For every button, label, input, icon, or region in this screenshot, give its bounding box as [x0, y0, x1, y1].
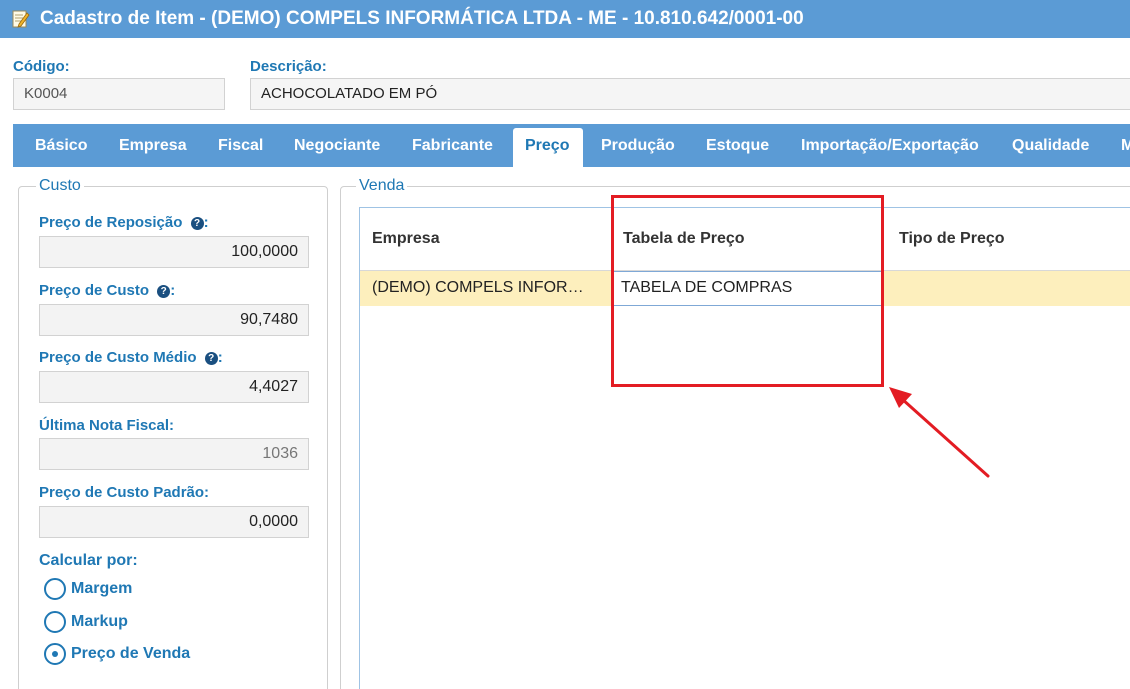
annotation-arrow-icon: [889, 387, 990, 478]
